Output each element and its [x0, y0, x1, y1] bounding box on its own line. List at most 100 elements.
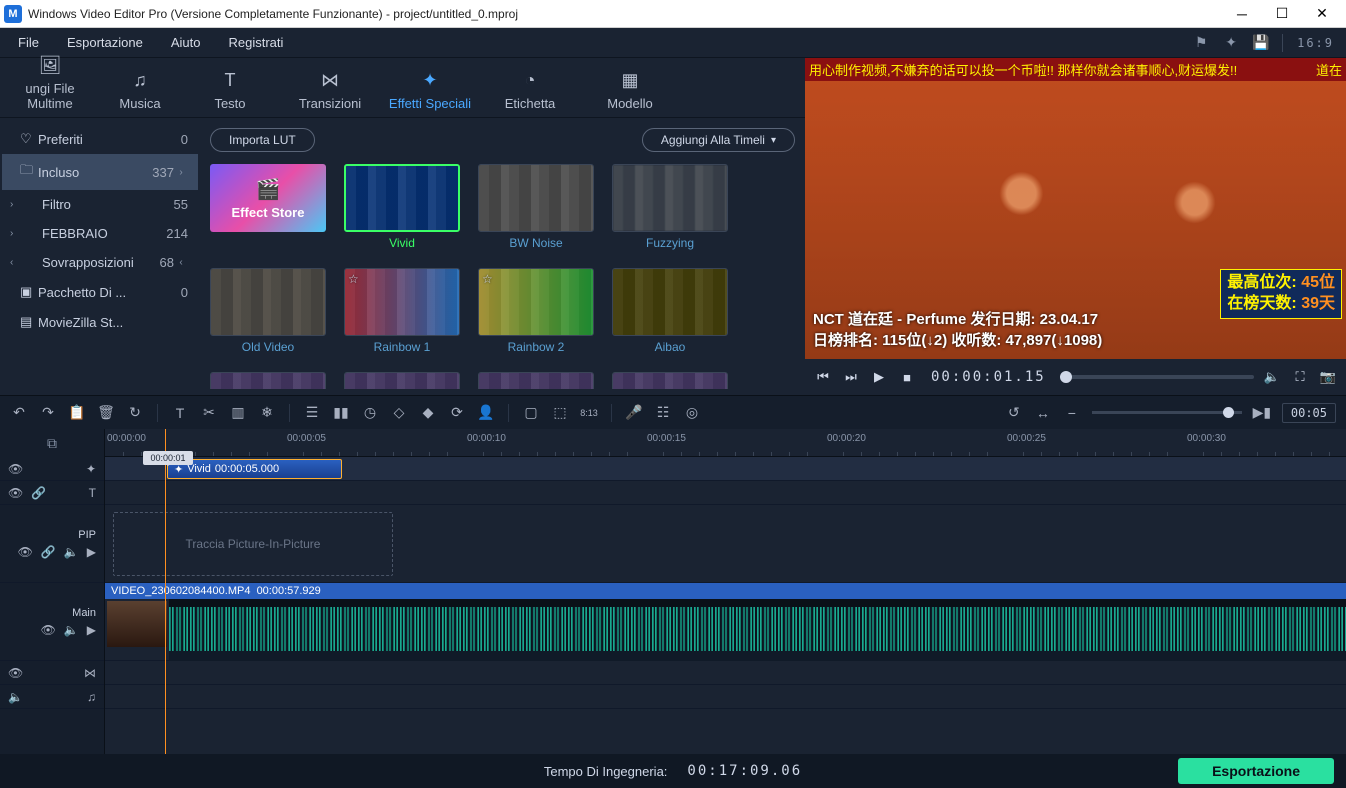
paste-button[interactable]: 📋: [68, 404, 86, 422]
sidebar-item-6[interactable]: ▤MovieZilla St...: [2, 307, 198, 337]
timeline-tracks-area[interactable]: 00:00:0000:00:0500:00:1000:00:1500:00:20…: [105, 429, 1346, 754]
aspect-ratio[interactable]: 16:9: [1289, 36, 1342, 50]
effect-card-store[interactable]: 🎬Effect Store: [210, 164, 326, 250]
effect-card-more-3[interactable]: ☆: [612, 372, 728, 389]
clip-main-video[interactable]: VIDEO_230602084400.MP4 00:00:57.929: [105, 583, 1346, 661]
effect-card-rainbow-1[interactable]: ☆Rainbow 1: [344, 268, 460, 354]
effect-store-label: Effect Store: [232, 205, 305, 220]
next-frame-button[interactable]: ⏭: [841, 367, 861, 387]
zoom-button[interactable]: ⬚: [551, 404, 569, 422]
star-icon[interactable]: ☆: [482, 272, 493, 286]
clock-button[interactable]: ◷: [361, 404, 379, 422]
keyframe1-button[interactable]: ◇: [390, 404, 408, 422]
window-maximize-button[interactable]: ☐: [1262, 1, 1302, 27]
effect-card-aibao[interactable]: ☆Aibao: [612, 268, 728, 354]
menu-help[interactable]: Aiuto: [157, 31, 215, 54]
tab-effects[interactable]: ✦Effetti Speciali: [380, 64, 480, 117]
pip-drop-zone[interactable]: Traccia Picture-In-Picture: [113, 512, 393, 576]
track-main[interactable]: VIDEO_230602084400.MP4 00:00:57.929: [105, 583, 1346, 661]
person-button[interactable]: 👤: [477, 404, 495, 422]
effect-card-more-1[interactable]: ☆: [344, 372, 460, 389]
ratio-button[interactable]: 8:13: [580, 404, 598, 422]
track-fx[interactable]: ✦ Vivid 00:00:05.000: [105, 457, 1346, 481]
fullscreen-button[interactable]: ⛶: [1290, 367, 1310, 387]
import-lut-button[interactable]: Importa LUT: [210, 128, 315, 152]
link-icon[interactable]: 🔗: [41, 545, 56, 559]
eye-icon[interactable]: 👁: [18, 545, 33, 559]
zoom-in-button[interactable]: ▶▮: [1253, 404, 1271, 422]
timeline-ruler[interactable]: 00:00:0000:00:0500:00:1000:00:1500:00:20…: [105, 429, 1346, 457]
effect-card-bw-noise[interactable]: ☆BW Noise: [478, 164, 594, 250]
track-pip[interactable]: Traccia Picture-In-Picture: [105, 505, 1346, 583]
fit-button[interactable]: ↔: [1034, 404, 1052, 422]
sidebar-item-3[interactable]: ›FEBBRAIO214: [2, 219, 198, 248]
window-close-button[interactable]: ✕: [1302, 1, 1342, 27]
timeline-copy-icon[interactable]: ⧉: [47, 435, 57, 452]
effect-card-fuzzying[interactable]: ☆Fuzzying: [612, 164, 728, 250]
keyframe2-button[interactable]: ◆: [419, 404, 437, 422]
tab-media[interactable]: 🖼ungi File Multime: [0, 49, 100, 117]
tab-label[interactable]: ◔Etichetta: [480, 64, 580, 117]
text-tool-button[interactable]: T: [171, 404, 189, 422]
clip-fx-vivid[interactable]: ✦ Vivid 00:00:05.000: [167, 459, 342, 479]
subtitle-button[interactable]: ☷: [654, 404, 672, 422]
tab-template[interactable]: ▦Modello: [580, 64, 680, 117]
preview-seek-slider[interactable]: [1060, 375, 1254, 379]
eye-icon[interactable]: 👁: [41, 623, 56, 637]
undo-button[interactable]: ↶: [10, 404, 28, 422]
menu-register[interactable]: Registrati: [214, 31, 297, 54]
sidebar-item-4[interactable]: ‹Sovrapposizioni68‹: [2, 248, 198, 277]
zoom-slider[interactable]: [1092, 411, 1242, 414]
eye-icon[interactable]: 👁: [8, 462, 23, 476]
tab-text[interactable]: TTesto: [180, 64, 280, 117]
effect-card-rainbow-2[interactable]: ☆Rainbow 2: [478, 268, 594, 354]
speaker-icon[interactable]: 🔈: [64, 623, 79, 637]
sidebar-item-5[interactable]: ▣Pacchetto Di ...0: [2, 277, 198, 307]
record-button[interactable]: ◎: [683, 404, 701, 422]
play-button[interactable]: ▶: [869, 367, 889, 387]
effect-card-more-0[interactable]: ☆: [210, 372, 326, 389]
trim-button[interactable]: ▥: [229, 404, 247, 422]
sidebar-item-1[interactable]: 🗀Incluso337›: [2, 154, 198, 190]
loop-button[interactable]: ↺: [1005, 404, 1023, 422]
track-music[interactable]: [105, 685, 1346, 709]
stop-button[interactable]: ■: [897, 367, 917, 387]
star-icon[interactable]: ☆: [348, 272, 359, 286]
effect-card-old-video[interactable]: ☆Old Video: [210, 268, 326, 354]
list-button[interactable]: ☰: [303, 404, 321, 422]
zoom-out-button[interactable]: −: [1063, 404, 1081, 422]
flag-icon[interactable]: ⚑: [1188, 30, 1214, 56]
freeze-button[interactable]: ❄: [258, 404, 276, 422]
track-text[interactable]: [105, 481, 1346, 505]
zoom-time[interactable]: 00:05: [1282, 403, 1336, 423]
save-icon[interactable]: 💾: [1248, 30, 1274, 56]
speaker-icon[interactable]: 🔈: [8, 690, 23, 704]
speaker-icon[interactable]: 🔈: [64, 545, 79, 559]
sidebar-item-0[interactable]: ♡Preferiti0: [2, 124, 198, 154]
prev-frame-button[interactable]: ⏮: [813, 367, 833, 387]
refresh-button[interactable]: ↻: [126, 404, 144, 422]
preview-canvas[interactable]: 用心制作视频,不嫌弃的话可以投一个币啦!! 那样你就会诸事顺心,财运爆发!! 道…: [805, 58, 1346, 359]
cut-tool-button[interactable]: ✂: [200, 404, 218, 422]
window-minimize-button[interactable]: ─: [1222, 1, 1262, 27]
track-transition[interactable]: [105, 661, 1346, 685]
eye-icon[interactable]: 👁: [8, 486, 23, 500]
effect-card-vivid[interactable]: ☆Vivid: [344, 164, 460, 250]
sparkle-icon[interactable]: ✦: [1218, 30, 1244, 56]
columns-button[interactable]: ▮▮: [332, 404, 350, 422]
effect-card-more-2[interactable]: ☆: [478, 372, 594, 389]
snapshot-button[interactable]: 📷: [1318, 367, 1338, 387]
redo-button[interactable]: ↷: [39, 404, 57, 422]
mic-button[interactable]: 🎤: [625, 404, 643, 422]
tab-transitions[interactable]: ⋈Transizioni: [280, 64, 380, 117]
sidebar-item-2[interactable]: ›Filtro55: [2, 190, 198, 219]
eye-icon[interactable]: 👁: [8, 666, 23, 680]
tab-music[interactable]: ♫Musica: [100, 64, 180, 117]
delete-button[interactable]: 🗑: [97, 404, 115, 422]
export-button[interactable]: Esportazione: [1178, 758, 1334, 784]
link-icon[interactable]: 🔗: [31, 486, 46, 500]
add-to-timeline-button[interactable]: Aggiungi Alla Timeli▾: [642, 128, 795, 152]
crop-button[interactable]: ▢: [522, 404, 540, 422]
volume-button[interactable]: 🔈: [1262, 367, 1282, 387]
rotate-button[interactable]: ⟳: [448, 404, 466, 422]
